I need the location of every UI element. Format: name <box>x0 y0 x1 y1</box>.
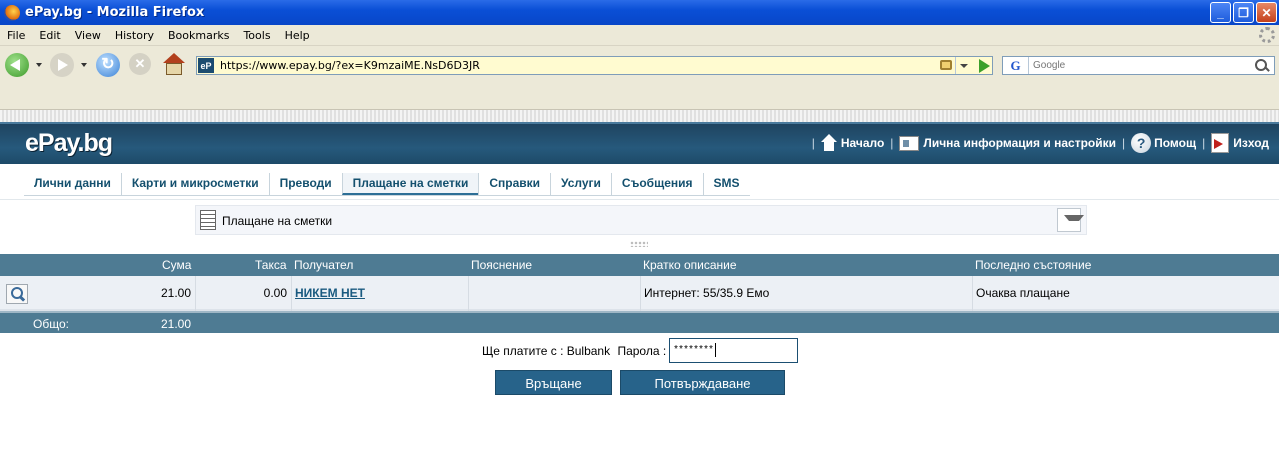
back-arrow-icon[interactable] <box>5 53 29 77</box>
go-arrow-icon[interactable] <box>979 59 990 73</box>
page-title: Плащане на сметки <box>222 214 333 228</box>
col-description: Кратко описание <box>643 258 737 272</box>
menu-history[interactable]: History <box>115 29 154 42</box>
url-text[interactable]: https://www.epay.bg/?ex=K9mzaiME.NsD6D3J… <box>220 59 480 72</box>
total-label: Общо: <box>33 317 69 331</box>
tab-messages[interactable]: Съобщения <box>610 173 703 195</box>
tab-bill-payment[interactable]: Плащане на сметки <box>341 173 479 195</box>
confirm-button[interactable]: Потвърждаване <box>620 370 785 395</box>
document-icon <box>200 210 216 230</box>
resize-grip-icon <box>630 241 648 247</box>
forward-arrow-icon[interactable] <box>50 53 74 77</box>
menu-file[interactable]: File <box>7 29 25 42</box>
bills-table: Сума Такса Получател Пояснение Кратко оп… <box>0 254 1279 333</box>
profile-link[interactable]: Лична информация и настройки <box>899 135 1116 151</box>
home-icon[interactable] <box>162 53 186 77</box>
tab-personal-data[interactable]: Лични данни <box>24 173 121 195</box>
main-nav: Лични данни Карти и микросметки Преводи … <box>0 164 1279 200</box>
maximize-button[interactable]: ❐ <box>1233 2 1254 23</box>
minimize-button[interactable]: _ <box>1210 2 1231 23</box>
recipient-link[interactable]: НИКЕМ НЕТ <box>291 276 468 311</box>
site-favicon-icon: eP <box>198 58 214 73</box>
row-explanation <box>468 276 640 311</box>
navigation-toolbar: ↻ ✕ eP https://www.epay.bg/?ex=K9mzaiME.… <box>0 46 1279 88</box>
back-history-dropdown-icon[interactable] <box>36 63 42 67</box>
close-button[interactable]: ✕ <box>1256 2 1277 23</box>
lock-icon[interactable] <box>940 60 952 70</box>
col-status: Последно състояние <box>975 258 1092 272</box>
col-amount: Сума <box>162 258 192 272</box>
stop-icon[interactable]: ✕ <box>129 53 151 75</box>
tab-sms[interactable]: SMS <box>702 173 750 195</box>
forward-history-dropdown-icon[interactable] <box>81 63 87 67</box>
search-box: G <box>1002 56 1275 75</box>
col-explanation: Пояснение <box>471 258 533 272</box>
table-footer: Общо: 21.00 <box>0 311 1279 333</box>
help-link[interactable]: ? Помощ <box>1131 133 1196 153</box>
col-fee: Такса <box>255 258 287 272</box>
tab-transfers[interactable]: Преводи <box>268 173 342 195</box>
search-icon[interactable] <box>1253 59 1271 73</box>
table-header: Сума Такса Получател Пояснение Кратко оп… <box>0 254 1279 276</box>
row-amount: 21.00 <box>160 286 191 300</box>
bookmarks-toolbar <box>0 88 1279 110</box>
window-title: ePay.bg - Mozilla Firefox <box>25 5 205 20</box>
url-dropdown-icon[interactable] <box>955 57 970 74</box>
logout-link[interactable]: Изход <box>1211 133 1269 153</box>
back-button[interactable]: Връщане <box>495 370 612 395</box>
address-bar[interactable]: eP https://www.epay.bg/?ex=K9mzaiME.NsD6… <box>196 56 993 75</box>
menu-help[interactable]: Help <box>285 29 310 42</box>
row-description: Интернет: 55/35.9 Емо <box>640 276 972 311</box>
top-links: | Начало | Лична информация и настройки … <box>811 133 1269 153</box>
home-link[interactable]: Начало <box>820 134 884 152</box>
throbber-icon <box>1259 27 1275 43</box>
section-header: Плащане на сметки <box>195 205 1087 235</box>
tab-cards[interactable]: Карти и микросметки <box>120 173 269 195</box>
firefox-icon <box>4 4 20 21</box>
payment-info: Ще платите с : Bulbank Парола : <box>482 344 666 358</box>
menu-edit[interactable]: Edit <box>39 29 60 42</box>
help-icon: ? <box>1131 133 1152 153</box>
col-recipient: Получател <box>294 258 354 272</box>
home-icon <box>820 134 837 152</box>
tab-reports[interactable]: Справки <box>478 173 550 195</box>
total-amount: 21.00 <box>161 317 192 331</box>
collapse-icon[interactable] <box>1057 208 1084 232</box>
exit-door-icon <box>1211 133 1230 153</box>
tab-services[interactable]: Услуги <box>550 173 611 195</box>
row-fee: 0.00 <box>195 276 291 311</box>
content-top-border <box>0 110 1279 122</box>
details-magnifier-icon[interactable] <box>6 284 28 304</box>
row-status: Очаква плащане <box>972 276 1279 311</box>
site-logo[interactable]: ePay.bg <box>25 129 113 158</box>
table-row: 21.00 0.00 НИКЕМ НЕТ Интернет: 55/35.9 Е… <box>0 276 1279 311</box>
menu-view[interactable]: View <box>75 29 101 42</box>
window-titlebar: ePay.bg - Mozilla Firefox _ ❐ ✕ <box>0 0 1279 25</box>
menu-tools[interactable]: Tools <box>243 29 270 42</box>
pay-with-text: Ще платите с : Bulbank <box>482 344 611 358</box>
password-label: Парола : <box>617 344 667 358</box>
reload-icon[interactable]: ↻ <box>96 53 120 77</box>
menu-bookmarks[interactable]: Bookmarks <box>168 29 229 42</box>
search-input[interactable] <box>1033 60 1243 71</box>
password-field[interactable]: ******** <box>669 338 798 363</box>
menu-bar: File Edit View History Bookmarks Tools H… <box>0 25 1279 46</box>
search-engine-icon[interactable]: G <box>1003 57 1029 74</box>
profile-card-icon <box>899 135 920 151</box>
site-header: ePay.bg | Начало | Лична информация и на… <box>0 122 1279 164</box>
